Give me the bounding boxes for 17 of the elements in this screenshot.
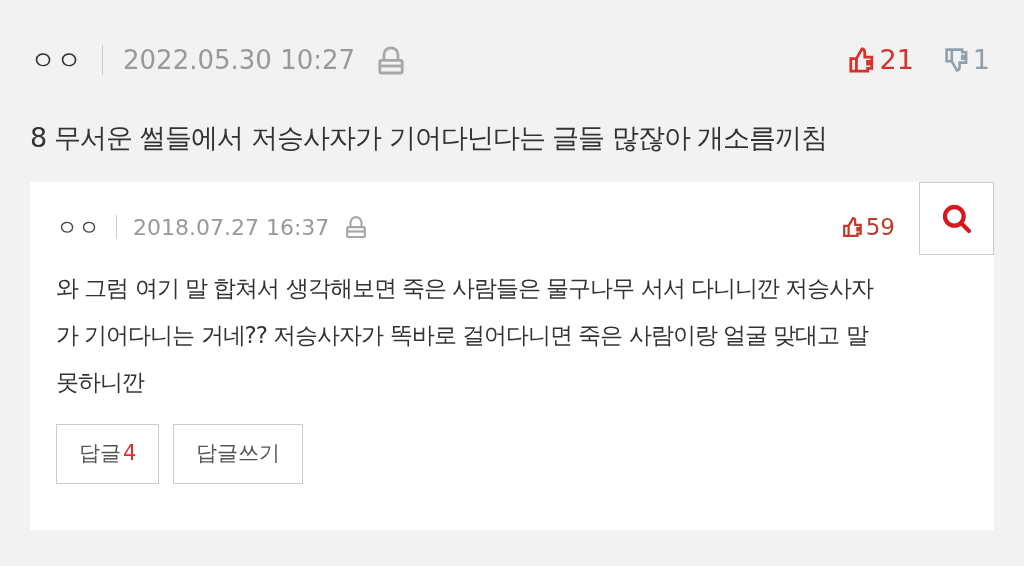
- dislike-count: 1: [972, 42, 990, 77]
- comment-date: 2018.07.27 16:37: [133, 213, 330, 242]
- post-title: 8 무서운 썰들에서 저승사자가 기어다닌다는 글들 많잖아 개소름끼침: [30, 122, 828, 153]
- author-name: ㅇㅇ: [30, 43, 82, 77]
- search-button[interactable]: [919, 182, 994, 255]
- like-count: 59: [865, 213, 895, 242]
- author-name: ㅇㅇ: [56, 213, 100, 242]
- lock-icon: [377, 44, 406, 76]
- post-date: 2022.05.30 10:27: [123, 43, 356, 77]
- write-reply-button[interactable]: 답글쓰기: [173, 424, 304, 484]
- search-icon: [940, 202, 973, 235]
- lock-icon: [345, 215, 368, 240]
- thumbs-up-icon[interactable]: [841, 216, 864, 239]
- comment-text: 와 그럼 여기 말 합쳐서 생각해보면 죽은 사람들은 물구나무 서서 다니니깐 저승사자가 기어다니는 거네?? 저승사자가 똑바로 걸어다니면 죽은 사람이랑 얼굴 맞대고 말 못하니깐: [55, 274, 875, 397]
- replies-button[interactable]: 답글4: [56, 424, 160, 484]
- like-count: 21: [879, 42, 914, 77]
- thumbs-down-icon[interactable]: [943, 47, 970, 73]
